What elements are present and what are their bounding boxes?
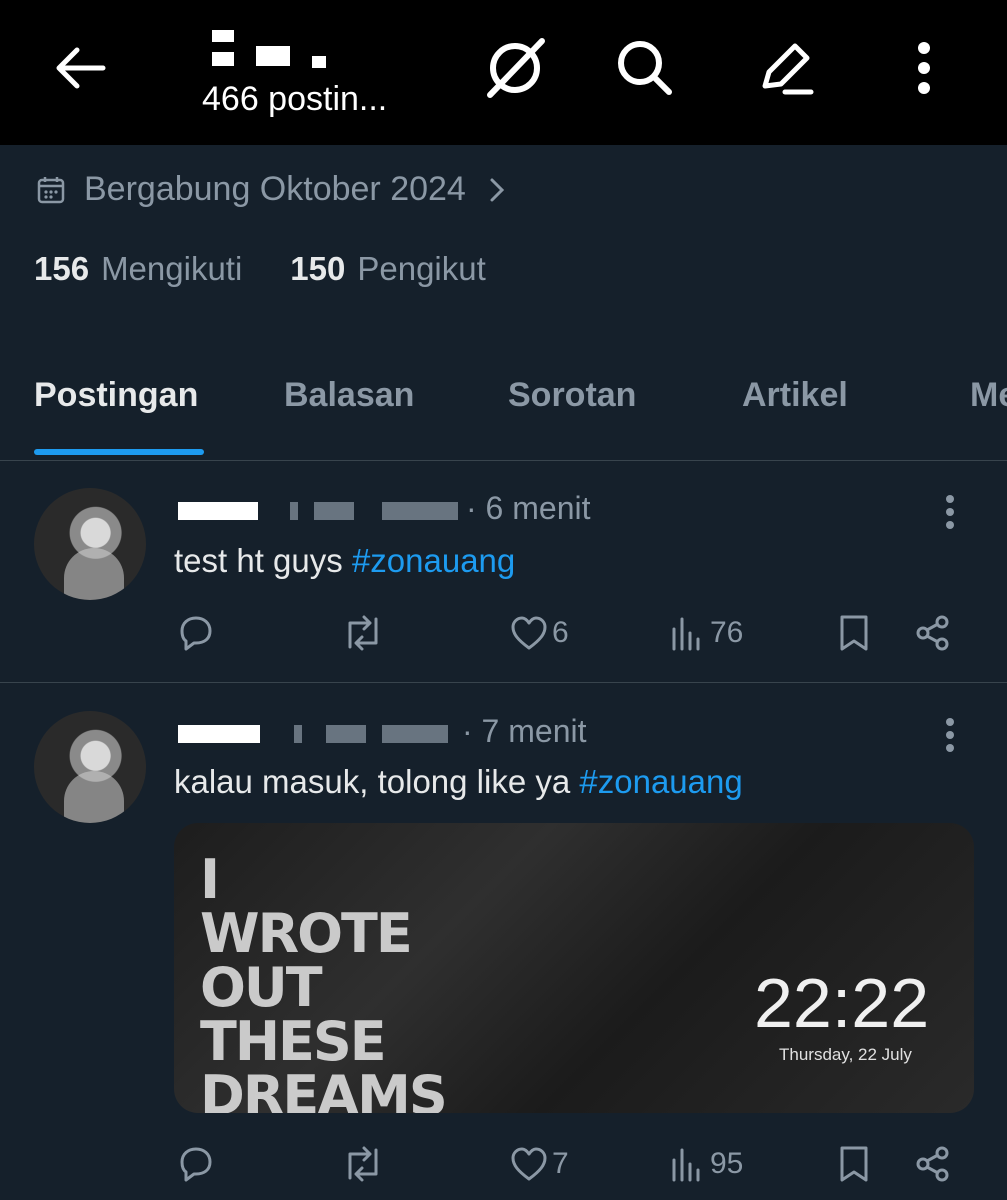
- tab-postingan[interactable]: Postingan: [34, 376, 198, 415]
- reply-button[interactable]: [176, 1139, 216, 1189]
- post-image[interactable]: I WROTE OUT THESE DREAMS 22:22 Thursday,…: [174, 823, 974, 1113]
- more-vertical-icon: [946, 718, 954, 752]
- tab-artikel[interactable]: Artikel: [742, 376, 848, 415]
- views-button[interactable]: 76: [670, 608, 743, 658]
- avatar[interactable]: [34, 488, 146, 600]
- bar-chart-icon: [672, 1148, 700, 1182]
- like-button[interactable]: 6: [510, 608, 569, 658]
- like-count: 6: [552, 616, 569, 649]
- post-more-button[interactable]: [935, 713, 965, 757]
- repost-icon: [348, 1146, 378, 1182]
- reply-icon: [180, 1147, 212, 1182]
- reply-button[interactable]: [176, 608, 216, 658]
- post-more-button[interactable]: [935, 490, 965, 534]
- bookmark-icon: [840, 1146, 868, 1182]
- back-button[interactable]: [48, 38, 112, 98]
- bookmark-icon: [840, 615, 868, 651]
- post-text: kalau masuk, tolong like ya #zonauang: [174, 763, 743, 801]
- tab-balasan[interactable]: Balasan: [284, 376, 414, 415]
- post[interactable]: · 6 menit test ht guys #zonauang 6 76: [0, 460, 1007, 683]
- bar-chart-icon: [672, 617, 700, 651]
- joined-date[interactable]: Bergabung Oktober 2024: [36, 170, 506, 209]
- search-button[interactable]: [605, 30, 685, 106]
- share-icon: [916, 1146, 949, 1182]
- post-text-body: kalau masuk, tolong like ya: [174, 763, 580, 800]
- follow-stats: 156 Mengikuti 150 Pengikut: [34, 250, 534, 288]
- post-actions: 6 76: [0, 608, 1007, 658]
- followers-count[interactable]: 150: [290, 250, 345, 288]
- chevron-right-icon: [490, 178, 504, 201]
- edit-button[interactable]: [745, 30, 825, 106]
- heart-icon: [511, 616, 547, 650]
- post-text-body: test ht guys: [174, 542, 352, 579]
- tab-media[interactable]: Me: [970, 376, 1007, 415]
- image-text: I WROTE OUT THESE DREAMS: [200, 848, 448, 1114]
- post-count: 466 postin...: [202, 80, 388, 118]
- share-icon: [916, 615, 949, 651]
- repost-button[interactable]: [340, 1139, 386, 1189]
- following-count[interactable]: 156: [34, 250, 89, 288]
- arrow-left-icon: [56, 47, 106, 89]
- like-button[interactable]: 7: [510, 1139, 569, 1189]
- followers-label[interactable]: Pengikut: [357, 250, 485, 288]
- view-count: 95: [710, 1147, 744, 1180]
- image-clock: 22:22: [754, 964, 930, 1042]
- pencil-icon: [762, 43, 814, 95]
- active-tab-indicator: [34, 449, 204, 455]
- profile-name-redacted: [212, 30, 392, 70]
- repost-icon: [348, 615, 378, 651]
- joined-label: Bergabung Oktober 2024: [84, 170, 466, 208]
- image-date: Thursday, 22 July: [779, 1045, 912, 1064]
- bookmark-button[interactable]: [838, 1139, 870, 1189]
- more-vertical-icon: [946, 495, 954, 529]
- like-count: 7: [552, 1147, 569, 1180]
- more-options-button[interactable]: [884, 30, 964, 106]
- reply-icon: [180, 616, 212, 651]
- top-bar: 466 postin...: [0, 0, 1007, 145]
- views-button[interactable]: 95: [670, 1139, 743, 1189]
- post-text: test ht guys #zonauang: [174, 542, 515, 580]
- grok-icon: [487, 38, 545, 98]
- bookmark-button[interactable]: [838, 608, 870, 658]
- calendar-icon: [37, 176, 65, 203]
- post[interactable]: · 7 menit kalau masuk, tolong like ya #z…: [0, 683, 1007, 1200]
- share-button[interactable]: [914, 608, 952, 658]
- post-time[interactable]: · 7 menit: [462, 713, 586, 750]
- share-button[interactable]: [914, 1139, 952, 1189]
- avatar[interactable]: [34, 711, 146, 823]
- tab-sorotan[interactable]: Sorotan: [508, 376, 636, 415]
- hashtag-link[interactable]: #zonauang: [579, 763, 742, 800]
- view-count: 76: [710, 616, 744, 649]
- search-icon: [618, 41, 672, 95]
- following-label[interactable]: Mengikuti: [101, 250, 242, 288]
- hashtag-link[interactable]: #zonauang: [352, 542, 515, 579]
- author-name-redacted: [178, 719, 468, 747]
- post-time[interactable]: · 6 menit: [466, 490, 590, 527]
- heart-icon: [511, 1147, 547, 1181]
- author-name-redacted: [178, 496, 468, 524]
- grok-button[interactable]: [475, 30, 555, 106]
- repost-button[interactable]: [340, 608, 386, 658]
- more-vertical-icon: [918, 42, 930, 94]
- profile-tabs: Postingan Balasan Sorotan Artikel Me: [0, 372, 1007, 461]
- post-actions: 7 95: [0, 1139, 1007, 1189]
